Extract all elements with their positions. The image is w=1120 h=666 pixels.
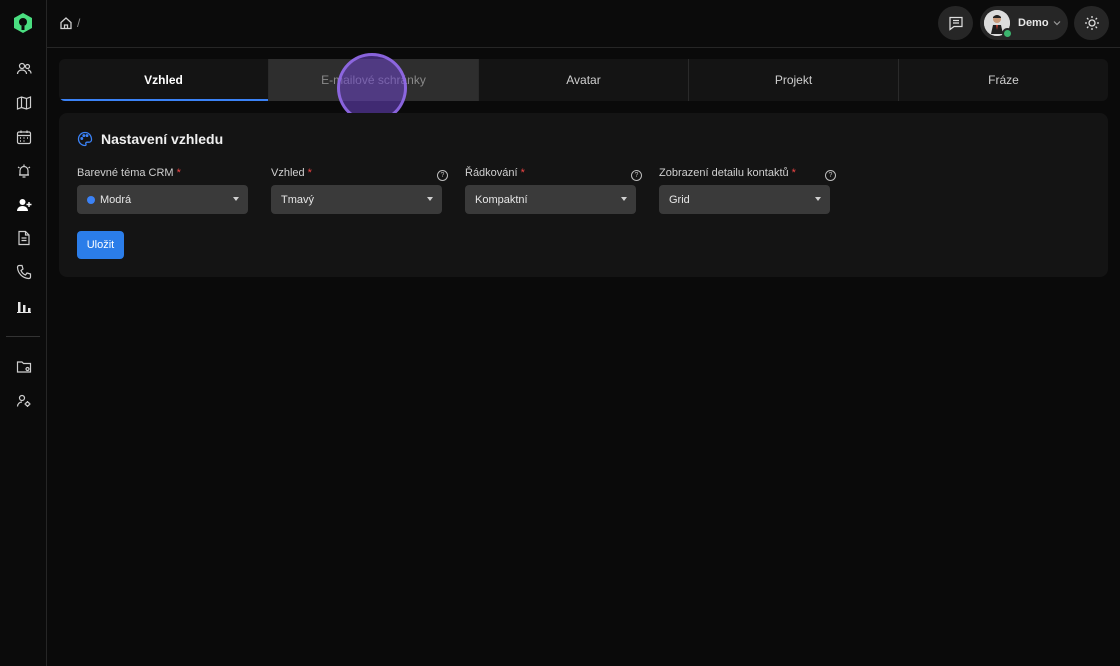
chevron-down-icon xyxy=(1053,21,1060,26)
sidebar-item-contacts[interactable] xyxy=(14,195,34,215)
tab-mailboxes[interactable]: E-mailové schránky xyxy=(269,59,479,101)
sidebar-divider xyxy=(6,336,40,337)
avatar xyxy=(984,10,1013,39)
crm-logo-icon[interactable] xyxy=(12,12,34,34)
sidebar-item-alarms[interactable] xyxy=(14,161,34,181)
field-contact-detail-view: Zobrazení detailu kontaktů * ? Grid xyxy=(659,167,836,214)
card-title: Nastavení vzhledu xyxy=(77,131,223,147)
field-label: Vzhled xyxy=(271,167,305,179)
sidebar-item-folder-settings[interactable] xyxy=(14,357,34,377)
caret-down-icon xyxy=(621,197,627,201)
map-icon xyxy=(16,96,32,110)
bell-alarm-icon xyxy=(17,164,31,178)
appearance-select[interactable]: Tmavý xyxy=(271,185,442,214)
sidebar-item-map[interactable] xyxy=(14,93,34,113)
sidebar-item-reports[interactable] xyxy=(14,296,34,316)
select-value: Kompaktní xyxy=(475,193,528,206)
sidebar-item-user-settings[interactable] xyxy=(14,391,34,411)
breadcrumb-separator: / xyxy=(77,16,81,30)
user-settings-icon xyxy=(16,394,31,407)
settings-tabs: Vzhled E-mailové schránky Avatar Projekt… xyxy=(59,59,1108,101)
chat-icon xyxy=(948,16,963,31)
tab-appearance[interactable]: Vzhled xyxy=(59,59,269,101)
card-title-text: Nastavení vzhledu xyxy=(101,131,224,147)
select-value: Grid xyxy=(669,193,690,206)
tab-project[interactable]: Projekt xyxy=(689,59,899,101)
tab-avatar[interactable]: Avatar xyxy=(479,59,689,101)
line-spacing-select[interactable]: Kompaktní xyxy=(465,185,636,214)
user-add-icon xyxy=(17,199,32,211)
palette-icon xyxy=(77,131,93,147)
sidebar-item-calls[interactable] xyxy=(14,262,34,282)
save-button[interactable]: Uložit xyxy=(77,231,124,259)
help-icon[interactable]: ? xyxy=(825,170,836,181)
sidebar-item-users[interactable] xyxy=(14,59,34,79)
color-theme-select[interactable]: Modrá xyxy=(77,185,248,214)
required-marker: * xyxy=(176,167,181,179)
caret-down-icon xyxy=(233,197,239,201)
field-line-spacing: Řádkování * ? Kompaktní xyxy=(465,167,642,214)
top-bar: / Demo xyxy=(47,0,1120,48)
field-appearance: Vzhled * ? Tmavý xyxy=(271,167,448,214)
messages-button[interactable] xyxy=(938,6,973,40)
user-menu-button[interactable]: Demo xyxy=(980,6,1068,40)
field-label: Zobrazení detailu kontaktů xyxy=(659,167,789,179)
required-marker: * xyxy=(307,167,312,179)
caret-down-icon xyxy=(815,197,821,201)
theme-toggle-button[interactable] xyxy=(1074,6,1109,40)
users-icon xyxy=(16,62,32,75)
select-value: Tmavý xyxy=(281,193,314,206)
tab-phrases[interactable]: Fráze xyxy=(899,59,1108,101)
required-marker: * xyxy=(520,167,525,179)
online-status-dot xyxy=(1002,28,1013,39)
phone-icon xyxy=(16,264,32,280)
help-icon[interactable]: ? xyxy=(437,170,448,181)
document-icon xyxy=(18,230,30,246)
required-marker: * xyxy=(791,167,796,179)
user-name: Demo xyxy=(1018,17,1049,29)
select-value: Modrá xyxy=(100,193,132,206)
field-label: Řádkování xyxy=(465,167,518,179)
help-icon[interactable]: ? xyxy=(631,170,642,181)
caret-down-icon xyxy=(427,197,433,201)
contact-detail-view-select[interactable]: Grid xyxy=(659,185,830,214)
calendar-icon xyxy=(16,130,32,145)
sidebar-item-calendar[interactable] xyxy=(14,127,34,147)
appearance-settings-card: Nastavení vzhledu Barevné téma CRM * Modr… xyxy=(59,113,1108,277)
sidebar xyxy=(0,0,47,666)
sun-icon xyxy=(1084,16,1099,30)
field-label: Barevné téma CRM xyxy=(77,167,174,179)
folder-settings-icon xyxy=(16,361,32,373)
bar-chart-icon xyxy=(17,302,31,313)
blue-color-swatch xyxy=(87,195,95,204)
sidebar-item-documents[interactable] xyxy=(14,228,34,248)
home-icon[interactable] xyxy=(59,16,73,30)
field-color-theme: Barevné téma CRM * Modrá xyxy=(77,167,248,214)
